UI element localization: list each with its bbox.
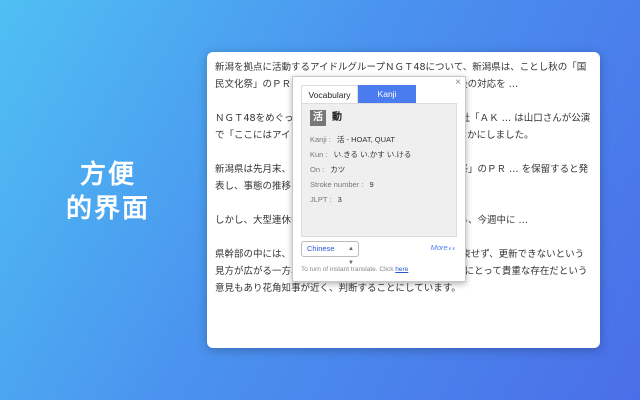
popup-tabs: Vocabulary Kanji: [301, 85, 416, 103]
kanji-char-selected[interactable]: 活: [310, 110, 326, 126]
on-value: カツ: [330, 165, 346, 174]
jlpt-label: JLPT :: [310, 195, 332, 204]
more-link[interactable]: More∨∨: [431, 243, 455, 252]
stroke-row: Stroke number : 9: [310, 177, 448, 192]
jlpt-row: JLPT : 3: [310, 192, 448, 207]
kun-label: Kun :: [310, 150, 328, 159]
more-label: More: [430, 243, 448, 252]
language-select[interactable]: Chinese ▲ ▼: [301, 241, 359, 266]
stroke-label: Stroke number :: [310, 180, 364, 189]
footer-text: To turn of instant translate. Click: [301, 266, 396, 273]
language-select-value: Chinese: [307, 244, 335, 253]
stroke-value: 9: [369, 180, 374, 189]
tab-vocabulary[interactable]: Vocabulary: [301, 85, 358, 103]
on-label: On :: [310, 165, 325, 174]
jlpt-value: 3: [337, 195, 342, 204]
kanji-char-row: 活 動: [310, 110, 448, 126]
kanji-panel: 活 動 Kanji : 活 - HOAT, QUAT Kun : い.きる い.…: [301, 103, 457, 237]
promo-text: 方便 的界面: [52, 158, 164, 226]
tab-kanji[interactable]: Kanji: [358, 85, 416, 103]
chevron-down-icon: ∨∨: [447, 246, 455, 252]
kun-row: Kun : い.きる い.かす い.ける: [310, 147, 448, 162]
kanji-value: 活 - HOAT, QUAT: [336, 135, 396, 144]
kanji-char[interactable]: 動: [329, 110, 345, 126]
promo-line-2: 的界面: [65, 194, 150, 224]
close-icon[interactable]: ×: [455, 77, 461, 88]
on-row: On : カツ: [310, 162, 448, 177]
popup-footer: To turn of instant translate. Click here: [301, 266, 408, 273]
translate-popup: × Vocabulary Kanji 活 動 Kanji : 活 - HOAT,…: [292, 76, 466, 282]
kanji-reading-row: Kanji : 活 - HOAT, QUAT: [310, 132, 448, 147]
promo-line-1: 方便: [79, 160, 136, 190]
kanji-label: Kanji :: [310, 135, 331, 144]
kun-value: い.きる い.かす い.ける: [333, 150, 412, 159]
footer-here-link[interactable]: here: [395, 266, 408, 273]
